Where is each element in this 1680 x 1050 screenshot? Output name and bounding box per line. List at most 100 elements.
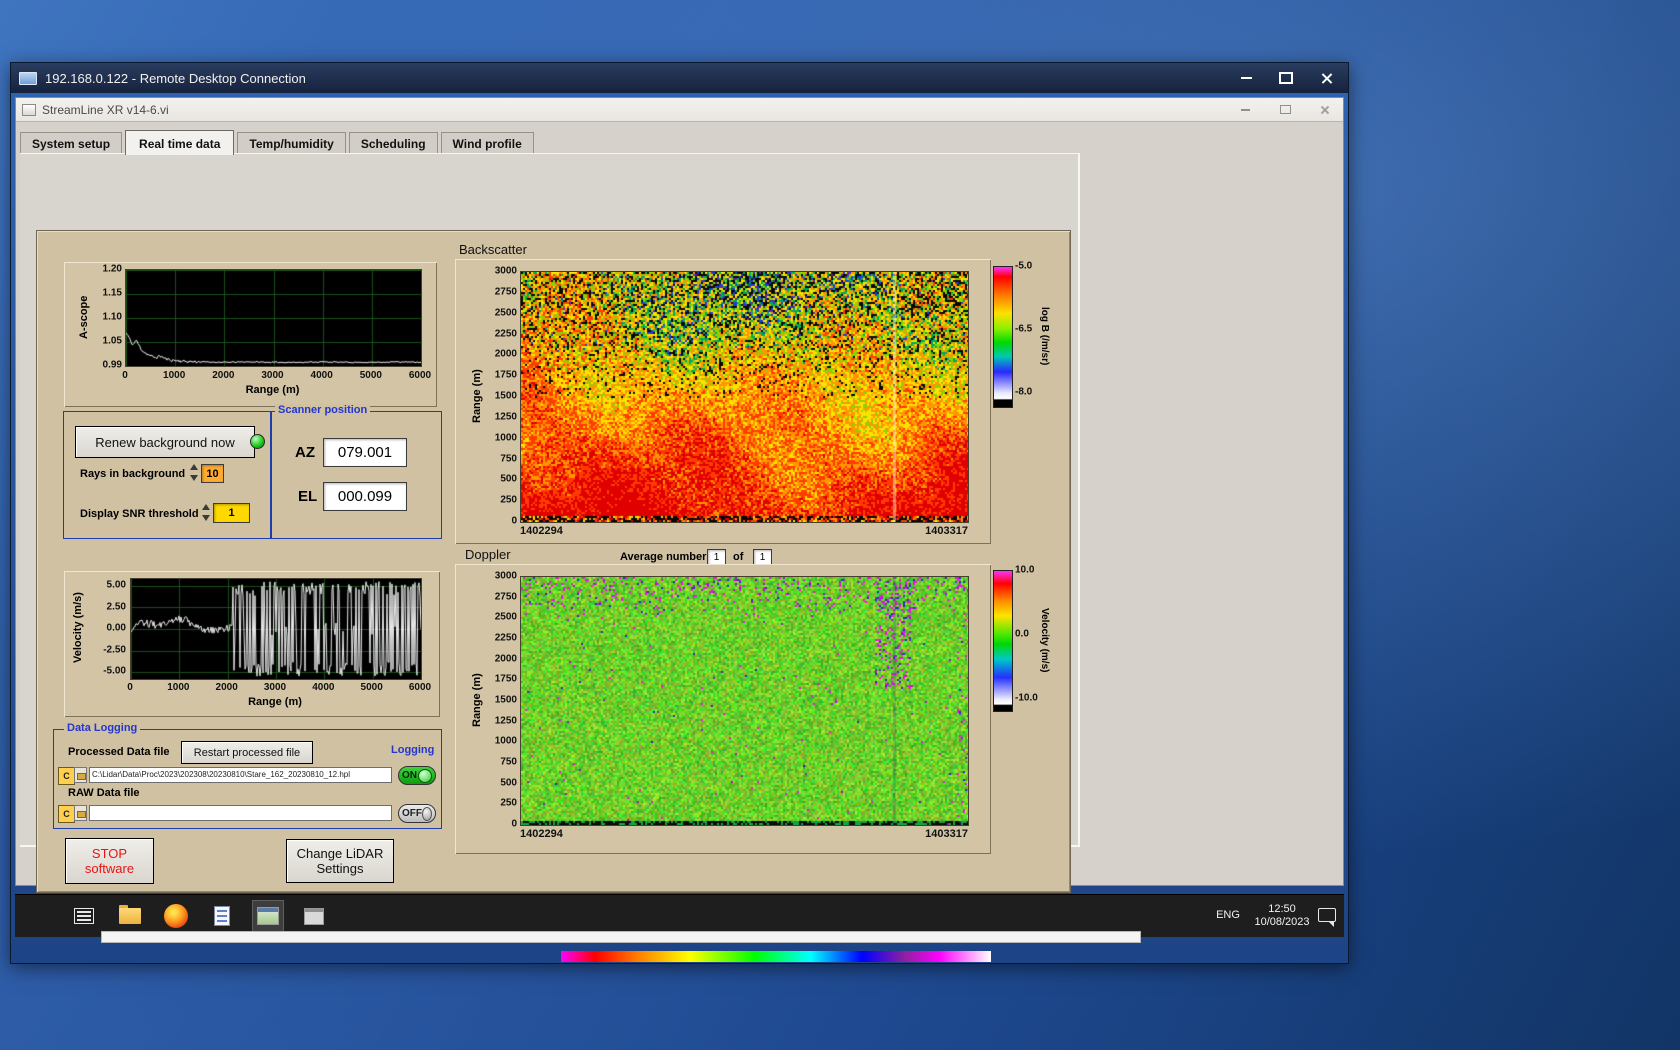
processed-data-file-path[interactable]: C:\Lidar\Data\Proc\2023\202308\20230810\… [89,767,392,783]
tab-real-time-data[interactable]: Real time data [125,130,235,155]
firefox-button[interactable] [161,901,191,931]
rays-spinner[interactable] [190,464,199,481]
processed-browse-icon[interactable] [74,767,87,783]
rdp-horizontal-scrollbar[interactable] [101,931,1141,943]
restart-processed-file-button[interactable]: Restart processed file [181,741,313,764]
backscatter-colorbar: log B (/m/sr) -5.0 -6.5 -8.0 [993,261,1073,408]
tick-label: 5000 [360,682,383,693]
stop-software-button[interactable]: STOP software [65,838,154,884]
tick-label: 2500 [494,307,517,319]
rays-in-background-value[interactable]: 10 [201,464,224,483]
taskbar-clock[interactable]: 12:50 10/08/2023 [1249,903,1315,929]
change-lidar-settings-button[interactable]: Change LiDAR Settings [286,839,394,883]
tab-temp-humidity[interactable]: Temp/humidity [237,132,346,154]
spinner-down-icon[interactable] [190,475,198,481]
task-view-button[interactable] [69,901,99,931]
doppler-title: Doppler [465,547,511,562]
tick-label: 1250 [494,715,517,727]
tab-pane-real-time-data: A-scope Range (m) 1.20 1.15 1.10 1.05 0.99 0 1… [20,153,1080,893]
raw-data-file-path[interactable] [89,805,392,821]
tick-label: 1000 [494,735,517,747]
backscatter-colorbar-label: log B (/m/sr) [1039,306,1050,366]
app-minimize-button[interactable] [1233,102,1257,118]
el-label: EL [298,488,318,505]
maximize-icon [1279,72,1293,84]
streamline-app-button[interactable] [252,900,284,932]
data-logging-frame: Data Logging Processed Data file Restart… [53,722,442,829]
backscatter-colorbar-gradient [993,266,1013,408]
backscatter-x-start: 1402294 [520,525,563,537]
raw-browse-icon[interactable] [74,805,87,821]
backscatter-title: Backscatter [459,242,527,257]
doppler-colorbar: Velocity (m/s) 10.0 0.0 -10.0 [993,565,1073,712]
snr-spinner[interactable] [202,504,211,521]
app-maximize-button[interactable] [1273,102,1297,118]
backscatter-plot: Range (m) 1402294 1403317 3000 2750 2500 22… [455,259,991,544]
tick-label: -8.0 [1015,386,1033,398]
tick-label: 4000 [312,682,335,693]
tick-label: 1500 [494,694,517,706]
average-number-label: Average number [620,551,707,563]
toggle-knob-icon [418,768,432,783]
snr-threshold-label: Display SNR threshold [80,508,199,520]
notification-icon[interactable] [1318,908,1336,927]
tab-system-setup[interactable]: System setup [20,132,123,154]
data-logging-title: Data Logging [64,722,141,734]
tick-label: 250 [500,494,517,506]
scan-app-button[interactable] [299,901,329,931]
tab-wind-profile[interactable]: Wind profile [440,132,534,154]
tick-label: 1750 [494,673,517,685]
renew-background-button[interactable]: Renew background now [75,426,255,458]
tick-label: -6.5 [1015,323,1033,335]
velocity-plot: Velocity (m/s) Range (m) 5.00 2.50 0.00 -2.… [64,571,440,717]
velocity-y-axis-label: Velocity (m/s) [72,592,84,664]
tick-label: 1000 [167,682,190,693]
spinner-down-icon[interactable] [202,515,210,521]
tick-label: 0.00 [106,622,126,634]
tick-label: 5000 [359,370,382,381]
remote-app-icon [257,907,279,925]
el-value[interactable]: 000.099 [323,482,407,511]
app-window-title: StreamLine XR v14-6.vi [42,102,169,117]
tab-scheduling[interactable]: Scheduling [348,132,438,154]
tab-strip: System setup Real time data Temp/humidit… [20,128,537,155]
rdp-maximize-button[interactable] [1272,68,1300,88]
language-indicator[interactable]: ENG [1211,909,1245,921]
app-titlebar[interactable]: StreamLine XR v14-6.vi [16,98,1343,122]
rdp-minimize-button[interactable] [1232,68,1260,88]
tick-label: -2.50 [103,644,126,655]
app-close-button[interactable] [1313,102,1337,118]
tick-label: 2000 [494,348,517,360]
processed-drive-selector[interactable]: C [58,767,75,785]
desktop-background: 192.168.0.122 - Remote Desktop Connectio… [0,0,1680,1050]
tick-label: 3000 [263,682,287,693]
spinner-up-icon[interactable] [202,504,210,510]
renew-background-led [250,434,265,449]
front-panel: A-scope Range (m) 1.20 1.15 1.10 1.05 0.99 0 1… [36,230,1071,893]
logging-label: Logging [391,744,435,756]
stop-software-line1: STOP [91,846,128,861]
rdp-close-button[interactable] [1312,68,1340,88]
processed-logging-toggle[interactable]: ON [398,766,436,785]
rdp-titlebar[interactable]: 192.168.0.122 - Remote Desktop Connectio… [11,63,1348,93]
snr-threshold-value[interactable]: 1 [213,503,250,523]
tick-label: 2500 [494,611,517,623]
velocity-x-axis-label: Range (m) [248,696,302,708]
ascope-x-axis-label: Range (m) [245,384,300,396]
tick-label: -5.00 [103,665,126,677]
raw-logging-toggle[interactable]: OFF [398,804,436,823]
file-explorer-button[interactable] [115,901,145,931]
scanner-position-title: Scanner position [275,404,371,416]
tick-label: 2000 [212,370,235,381]
tick-label: -10.0 [1015,692,1038,704]
velocity-plot-canvas [130,578,422,680]
raw-drive-selector[interactable]: C [58,805,75,823]
notepad-button[interactable] [207,901,237,931]
tick-label: 1750 [494,369,517,381]
minimize-icon [1240,108,1250,111]
average-of-label: of [733,551,744,563]
spinner-up-icon[interactable] [190,464,198,470]
tick-label: 2750 [494,286,517,298]
doppler-x-end: 1403317 [925,828,968,840]
az-value[interactable]: 079.001 [323,438,407,467]
